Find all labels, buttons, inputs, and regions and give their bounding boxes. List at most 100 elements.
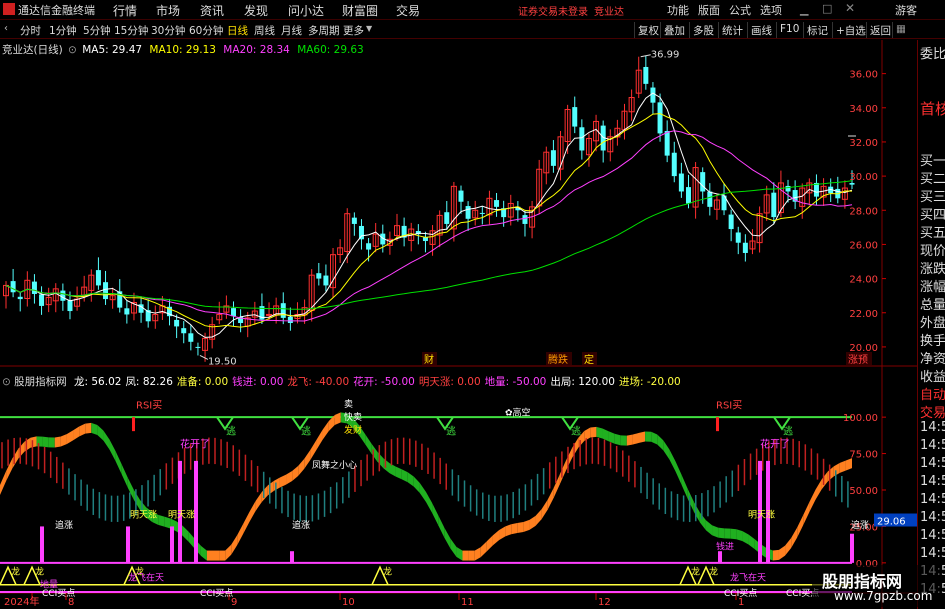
band-segment bbox=[669, 449, 676, 472]
close-icon[interactable]: ✕ bbox=[845, 1, 855, 15]
period-1min[interactable]: 1分钟 bbox=[49, 23, 77, 38]
menu-xuanxiang[interactable]: 选项 bbox=[760, 2, 782, 18]
band-segment bbox=[724, 528, 731, 539]
ind-current-value: 29.06 bbox=[877, 517, 906, 528]
rsi-marker bbox=[716, 417, 719, 432]
band-segment bbox=[705, 520, 713, 536]
indicator-name[interactable]: 股朋指标网 bbox=[14, 376, 67, 388]
btn-fanhui[interactable]: 返回 bbox=[866, 22, 894, 38]
btn-huaxian[interactable]: 画线 bbox=[747, 22, 775, 38]
menu-caifuquan[interactable]: 财富圈 bbox=[342, 2, 378, 19]
ind-tick-label: 50.00 bbox=[849, 486, 878, 497]
side-field-20: 14:5 bbox=[920, 474, 945, 489]
band-segment bbox=[30, 436, 37, 448]
ma20-line bbox=[5, 130, 853, 322]
menu-hangqing[interactable]: 行情 bbox=[113, 2, 137, 19]
btn-diejia[interactable]: 叠加 bbox=[660, 22, 688, 38]
candle-body-down bbox=[771, 192, 777, 218]
period-30min[interactable]: 30分钟 bbox=[151, 23, 185, 38]
band-segment bbox=[133, 489, 140, 510]
tao-label: 逃 bbox=[783, 425, 793, 438]
band-segment bbox=[718, 527, 725, 539]
candle-body-down bbox=[494, 200, 500, 207]
band-segment bbox=[225, 544, 232, 561]
btn-fuquan[interactable]: 复权 bbox=[634, 22, 662, 38]
user-label[interactable]: 游客 bbox=[895, 2, 917, 18]
band-segment bbox=[736, 529, 743, 542]
band-segment bbox=[602, 428, 609, 442]
chart-canvas[interactable]: 36.9919.50 财腾跌定涨预 逃逃逃逃逃龙龙龙龙龙龙 36.0034.003… bbox=[0, 40, 917, 609]
long-label: 龙 bbox=[383, 566, 392, 578]
btn-tongji[interactable]: 统计 bbox=[718, 22, 746, 38]
indicator-value-5: 花开: -50.00 bbox=[353, 376, 415, 388]
indicator-settings-icon[interactable]: ⊙ bbox=[2, 376, 11, 388]
band-segment bbox=[778, 545, 786, 560]
period-fenshi[interactable]: 分时 bbox=[20, 23, 41, 38]
band-segment bbox=[298, 458, 305, 476]
menu-zixun[interactable]: 资讯 bbox=[200, 2, 224, 19]
period-15min[interactable]: 15分钟 bbox=[114, 23, 148, 38]
period-5min[interactable]: 5分钟 bbox=[83, 23, 111, 38]
period-more[interactable]: 更多 bbox=[343, 23, 364, 38]
btn-zixuan[interactable]: +自选 bbox=[832, 22, 869, 38]
period-daily[interactable]: 日线 bbox=[227, 23, 248, 38]
period-multi[interactable]: 多周期 bbox=[308, 23, 340, 38]
period-toolbar: ‹ 分时 1分钟 5分钟 15分钟 30分钟 60分钟 日线 周线 月线 多周期… bbox=[0, 21, 945, 39]
band-segment bbox=[535, 509, 542, 526]
indicator-value-6: 明天涨: 0.00 bbox=[418, 376, 481, 388]
title-bar: 通达信金融终端 行情 市场 资讯 发现 问小达 财富圈 交易 证券交易未登录 竞… bbox=[0, 0, 945, 20]
band-segment bbox=[237, 523, 244, 545]
side-field-18: 14:5 bbox=[920, 438, 945, 453]
menu-banmian[interactable]: 版面 bbox=[698, 2, 720, 18]
band-segment bbox=[803, 501, 810, 525]
band-segment bbox=[541, 499, 548, 520]
btn-duogu[interactable]: 多股 bbox=[689, 22, 717, 38]
candle-body-down bbox=[39, 294, 45, 306]
candle-body-down bbox=[465, 206, 471, 219]
more-chevron-icon[interactable]: ▼ bbox=[366, 24, 372, 33]
quick-sell-label: 快卖 bbox=[344, 411, 362, 423]
band-segment bbox=[36, 436, 43, 447]
candle-body-down bbox=[280, 303, 286, 318]
side-field-11: 外盘 bbox=[920, 316, 945, 331]
band-segment bbox=[444, 527, 451, 549]
band-segment bbox=[188, 531, 195, 549]
maximize-icon[interactable]: □ bbox=[822, 2, 832, 15]
band-segment bbox=[407, 472, 414, 487]
band-segment bbox=[791, 527, 798, 548]
menu-shichang[interactable]: 市场 bbox=[156, 2, 180, 19]
menu-jiaoyi[interactable]: 交易 bbox=[396, 2, 420, 19]
btn-f10[interactable]: F10 bbox=[776, 22, 802, 38]
candle-body-down bbox=[742, 242, 748, 253]
candle-body-down bbox=[351, 217, 357, 224]
band-segment bbox=[273, 477, 280, 491]
minimize-icon[interactable]: ▁ bbox=[800, 3, 808, 16]
candle-body-down bbox=[124, 308, 130, 315]
period-weekly[interactable]: 周线 bbox=[254, 23, 275, 38]
menu-wenxiaoda[interactable]: 问小达 bbox=[288, 2, 324, 19]
period-60min[interactable]: 60分钟 bbox=[189, 23, 223, 38]
btn-settings-icon[interactable]: ▦ bbox=[892, 22, 909, 38]
menu-gongneng[interactable]: 功能 bbox=[667, 2, 689, 18]
band-segment bbox=[620, 435, 627, 446]
rsi-marker bbox=[132, 417, 135, 432]
tao-label: 逃 bbox=[446, 425, 456, 438]
period-monthly[interactable]: 月线 bbox=[281, 23, 302, 38]
btn-biaoji[interactable]: 标记 bbox=[803, 22, 831, 38]
band-segment bbox=[553, 474, 560, 498]
longfei-label-2: 龙飞在天 bbox=[730, 571, 766, 583]
band-segment bbox=[681, 474, 688, 499]
toolbar-collapse-icon[interactable]: ‹ bbox=[4, 23, 8, 34]
notice-stock-name[interactable]: 竞业达 bbox=[594, 3, 624, 18]
long-label: 龙 bbox=[35, 566, 44, 578]
menu-gongshi[interactable]: 公式 bbox=[729, 2, 751, 18]
band-segment bbox=[365, 434, 372, 454]
menu-faxian[interactable]: 发现 bbox=[244, 2, 268, 19]
ind-tick-label: 75.00 bbox=[849, 450, 878, 461]
band-segment bbox=[66, 430, 74, 444]
band-segment bbox=[200, 545, 207, 561]
login-notice[interactable]: 证券交易未登录 bbox=[518, 3, 588, 18]
indicator-value-3: 钱进: 0.00 bbox=[232, 376, 284, 388]
band-segment bbox=[182, 525, 189, 542]
band-segment bbox=[772, 549, 779, 561]
